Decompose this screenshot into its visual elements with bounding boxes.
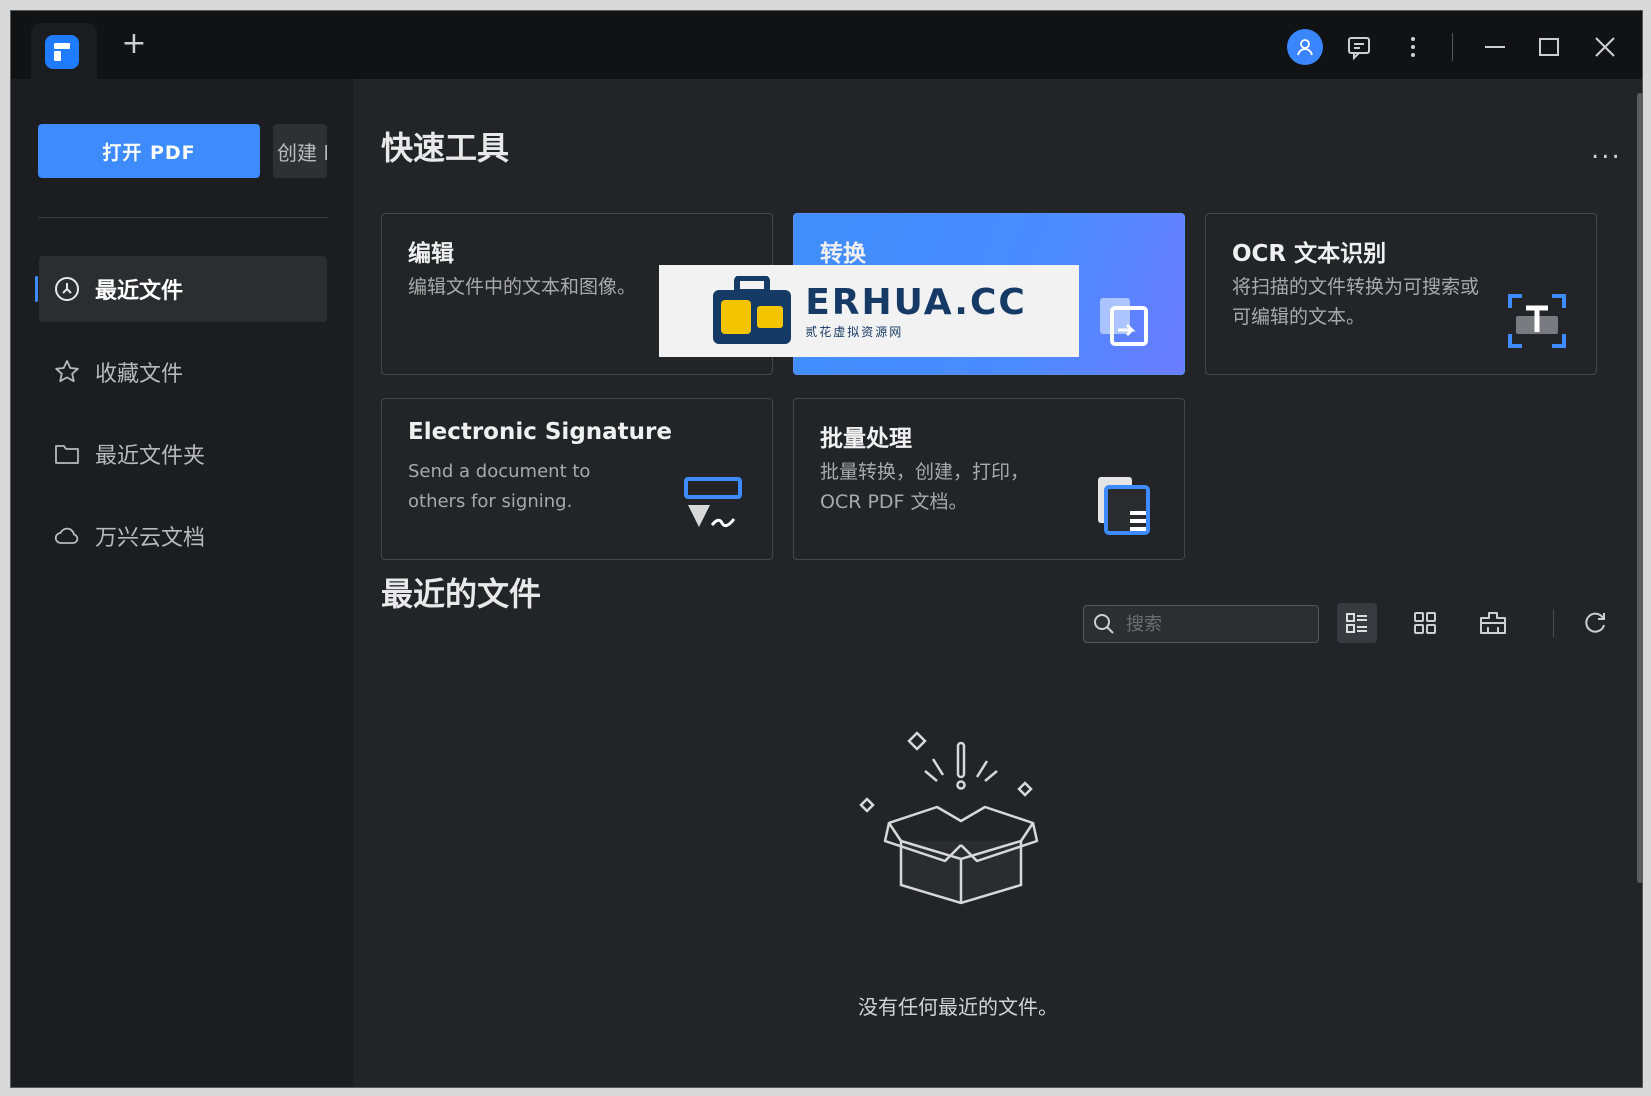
tool-card-e-signature[interactable]: Electronic Signature Send a document to … xyxy=(381,398,773,560)
open-pdf-button[interactable]: 打开 PDF xyxy=(38,124,260,178)
folder-icon xyxy=(53,440,81,468)
sidebar-item-label: 最近文件夹 xyxy=(95,444,206,469)
card-description: 将扫描的文件转换为可搜索或可编辑的文本。 xyxy=(1232,276,1480,328)
cloud-icon xyxy=(53,522,81,550)
refresh-button[interactable] xyxy=(1575,603,1615,643)
new-tab-button[interactable]: + xyxy=(119,29,149,59)
minimize-icon[interactable] xyxy=(1477,29,1513,65)
sidebar-item-recent-files[interactable]: 最近文件 xyxy=(35,256,327,322)
convert-icon xyxy=(1100,298,1148,346)
sidebar-item-recent-folders[interactable]: 最近文件夹 xyxy=(39,421,327,487)
empty-state-text: 没有任何最近的文件。 xyxy=(858,995,1058,1019)
quick-tools-title: 快速工具 xyxy=(381,129,510,167)
grid-view-button[interactable] xyxy=(1405,603,1445,643)
card-description: 批量转换，创建，打印，OCR PDF 文档。 xyxy=(820,461,1030,513)
search-box[interactable] xyxy=(1083,605,1319,643)
empty-box-illustration xyxy=(859,731,1039,905)
refresh-icon xyxy=(1585,612,1605,633)
main-content: 快速工具 ... 编辑 编辑文件中的文本和图像。 转换 OCR 文本识别 将扫描… xyxy=(353,79,1642,1087)
card-title: 编辑 xyxy=(408,241,454,267)
clear-history-button[interactable] xyxy=(1473,603,1513,643)
watermark-brand: ERHUA.CC xyxy=(805,282,1027,323)
more-vertical-icon[interactable] xyxy=(1395,29,1431,65)
card-title: Electronic Signature xyxy=(408,419,672,445)
title-bar: + xyxy=(11,11,1642,79)
clean-icon xyxy=(1480,612,1506,634)
sidebar-item-favorites[interactable]: 收藏文件 xyxy=(39,339,327,405)
titlebar-divider xyxy=(1452,33,1453,61)
search-icon xyxy=(1094,614,1114,634)
scrollbar[interactable] xyxy=(1637,93,1642,883)
create-pdf-button[interactable]: 创建 PDF xyxy=(273,124,327,178)
sidebar-item-label: 最近文件 xyxy=(95,279,184,304)
search-input[interactable] xyxy=(1124,612,1308,636)
sidebar-item-label: 万兴云文档 xyxy=(95,526,206,551)
toolbar-divider xyxy=(1553,609,1554,637)
list-view-button[interactable] xyxy=(1337,603,1377,643)
card-title: 转换 xyxy=(820,241,866,267)
tool-card-batch[interactable]: 批量处理 批量转换，创建，打印，OCR PDF 文档。 xyxy=(793,398,1185,560)
signature-icon xyxy=(684,477,742,528)
watermark-logo: ERHUA.CC 贰花虚拟资源网 xyxy=(659,265,1079,357)
watermark-subtitle: 贰花虚拟资源网 xyxy=(805,325,904,339)
sidebar-item-label: 收藏文件 xyxy=(95,362,184,387)
card-title: OCR 文本识别 xyxy=(1232,241,1387,267)
home-tab[interactable] xyxy=(31,23,97,79)
clock-icon xyxy=(53,275,81,303)
card-title: 批量处理 xyxy=(820,426,912,452)
close-icon[interactable] xyxy=(1587,29,1623,65)
star-icon xyxy=(53,358,81,386)
quick-tools-more-button[interactable]: ... xyxy=(1591,135,1622,165)
ocr-icon xyxy=(1508,294,1566,348)
grid-view-icon xyxy=(1414,612,1436,634)
card-description: Send a document to others for signing. xyxy=(408,461,591,512)
recent-files-title: 最近的文件 xyxy=(381,575,542,613)
app-window: + 打开 PDF 创建 PDF 最近文件 xyxy=(10,10,1643,1088)
briefcase-logo-icon xyxy=(713,276,792,344)
sidebar-item-cloud[interactable]: 万兴云文档 xyxy=(39,503,327,569)
feedback-icon[interactable] xyxy=(1341,29,1377,65)
sidebar-divider xyxy=(38,217,328,218)
app-logo-icon xyxy=(45,35,79,69)
tool-card-ocr[interactable]: OCR 文本识别 将扫描的文件转换为可搜索或可编辑的文本。 xyxy=(1205,213,1597,375)
user-avatar-icon[interactable] xyxy=(1287,29,1323,65)
sidebar: 打开 PDF 创建 PDF 最近文件 收藏文件 最近文件夹 万兴云文档 xyxy=(11,79,353,1087)
maximize-icon[interactable] xyxy=(1531,29,1567,65)
batch-icon xyxy=(1098,477,1150,535)
list-view-icon xyxy=(1346,613,1367,633)
